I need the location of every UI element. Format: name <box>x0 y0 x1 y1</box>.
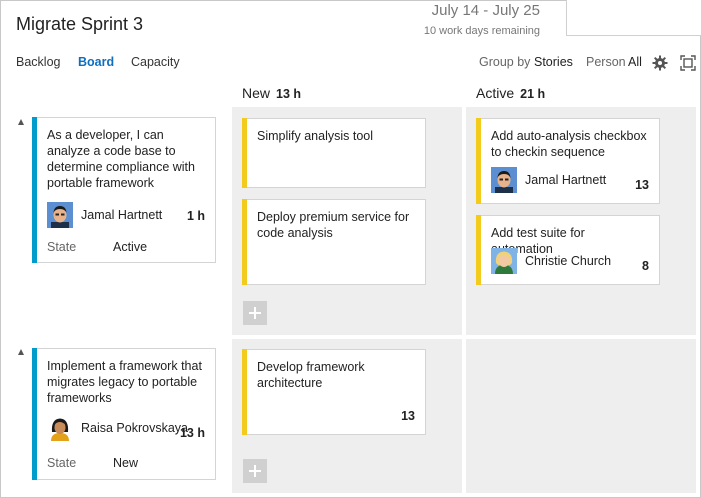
page-title: Migrate Sprint 3 <box>16 14 144 34</box>
story-title: As a developer, I can analyze a code bas… <box>47 128 195 190</box>
state-label: State <box>47 240 77 254</box>
task-color-bar <box>242 118 247 188</box>
task-title: Add auto-analysis checkbox to checkin se… <box>491 129 647 159</box>
assignee-name: Jamal Hartnett <box>525 173 607 187</box>
column-header-new: New 13 h <box>242 85 301 101</box>
state-value[interactable]: New <box>113 456 138 470</box>
task-card[interactable]: Add auto-analysis checkbox to checkin se… <box>476 118 660 204</box>
task-assignee[interactable]: Christie Church <box>491 248 611 274</box>
avatar <box>47 415 73 441</box>
avatar <box>491 167 517 193</box>
add-task-button[interactable] <box>243 301 267 325</box>
avatar <box>47 202 73 228</box>
story-effort: 13 h <box>179 426 205 440</box>
story-card[interactable]: As a developer, I can analyze a code bas… <box>32 117 216 263</box>
story-color-bar <box>32 117 37 263</box>
collapse-lane-2-icon[interactable] <box>18 349 24 355</box>
avatar <box>491 248 517 274</box>
task-color-bar <box>476 118 481 204</box>
tab-capacity[interactable]: Capacity <box>131 55 180 69</box>
column-count: 13 h <box>276 87 302 101</box>
lane-2-active-cell <box>466 339 696 493</box>
date-range: July 14 - July 25 <box>431 2 540 19</box>
gear-icon[interactable] <box>652 55 668 71</box>
story-effort: 1 h <box>186 209 205 223</box>
group-by-label: Group by <box>479 55 531 69</box>
task-card[interactable]: Add test suite for automation Christie C… <box>476 215 660 285</box>
task-assignee[interactable]: Jamal Hartnett <box>491 167 606 193</box>
column-header-active: Active 21 h <box>476 85 545 101</box>
task-title: Develop framework architecture <box>257 360 365 390</box>
person-dropdown[interactable]: All <box>628 55 642 69</box>
state-label: State <box>47 456 77 470</box>
task-effort: 13 <box>635 178 649 192</box>
story-assignee[interactable]: Raisa Pokrovskaya <box>47 415 188 441</box>
capacity-chart-box[interactable] <box>566 0 701 36</box>
person-label: Person <box>586 55 626 69</box>
sprint-dates: July 14 - July 25 10 work days remaining <box>420 2 540 37</box>
column-count: 21 h <box>520 87 546 101</box>
work-days-remaining: 10 work days remaining <box>423 25 540 37</box>
assignee-name: Jamal Hartnett <box>81 208 163 222</box>
tab-board[interactable]: Board <box>78 55 114 69</box>
story-title: Implement a framework that migrates lega… <box>47 359 202 405</box>
state-value[interactable]: Active <box>113 240 147 254</box>
fullscreen-icon[interactable] <box>680 55 696 71</box>
group-by-dropdown[interactable]: Stories <box>534 55 573 69</box>
assignee-name: Christie Church <box>525 254 612 268</box>
task-color-bar <box>476 215 481 285</box>
collapse-lane-1-icon[interactable] <box>18 119 24 125</box>
task-color-bar <box>242 199 247 285</box>
add-task-button[interactable] <box>243 459 267 483</box>
story-card[interactable]: Implement a framework that migrates lega… <box>32 348 216 480</box>
task-card[interactable]: Develop framework architecture 13 <box>242 349 426 435</box>
task-effort: 13 <box>401 409 415 423</box>
column-name: Active <box>476 85 515 101</box>
story-assignee[interactable]: Jamal Hartnett <box>47 202 162 228</box>
task-effort: 8 <box>642 259 649 273</box>
task-color-bar <box>242 349 247 435</box>
tab-backlog[interactable]: Backlog <box>16 55 60 69</box>
task-title: Simplify analysis tool <box>257 129 374 143</box>
assignee-name: Raisa Pokrovskaya <box>81 421 188 435</box>
task-card[interactable]: Deploy premium service for code analysis <box>242 199 426 285</box>
story-color-bar <box>32 348 37 480</box>
task-card[interactable]: Simplify analysis tool <box>242 118 426 188</box>
column-name: New <box>242 85 271 101</box>
task-title: Deploy premium service for code analysis <box>257 210 410 240</box>
